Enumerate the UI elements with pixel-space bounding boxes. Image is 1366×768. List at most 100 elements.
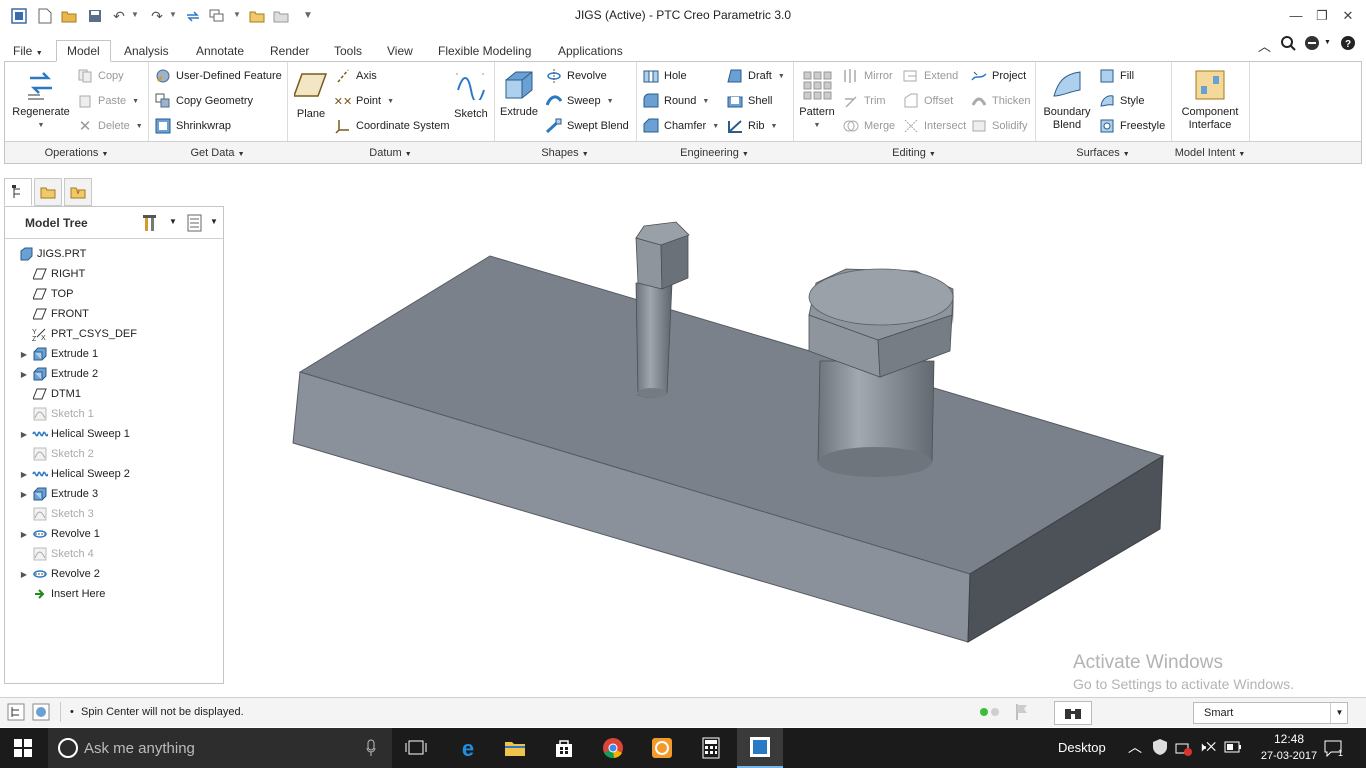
copy-button[interactable]: Copy xyxy=(77,66,124,86)
tree-item[interactable]: JIGS.PRT xyxy=(15,244,86,264)
extend-button[interactable]: Extend xyxy=(903,66,958,86)
clock-date[interactable]: 27-03-2017 xyxy=(1249,750,1329,762)
store-icon[interactable] xyxy=(541,728,587,768)
creo-parametric-taskbar-button[interactable] xyxy=(737,728,783,768)
restore-button[interactable]: ❐ xyxy=(1310,5,1334,27)
tab-analysis[interactable]: Analysis xyxy=(113,40,180,62)
expand-arrow-icon[interactable]: ▶ xyxy=(19,570,29,579)
chamfer-button[interactable]: Chamfer ▼ xyxy=(643,116,719,136)
coordinate-system-button[interactable]: Coordinate System xyxy=(335,116,450,136)
task-view-icon[interactable] xyxy=(393,728,439,768)
tree-item[interactable]: TOP xyxy=(19,284,73,304)
edge-browser-icon[interactable]: e xyxy=(445,728,491,768)
tab-tools[interactable]: Tools xyxy=(323,40,373,62)
favorites-tab[interactable]: * xyxy=(64,178,92,206)
tree-item[interactable]: Insert Here xyxy=(19,584,105,604)
sketch-button[interactable]: Sketch xyxy=(451,70,491,121)
security-shield-icon[interactable] xyxy=(1152,738,1168,759)
shrinkwrap-button[interactable]: Shrinkwrap xyxy=(155,116,231,136)
tab-view[interactable]: View xyxy=(376,40,424,62)
tree-item[interactable]: FRONT xyxy=(19,304,89,324)
tree-item[interactable]: ▶ Extrude 3 xyxy=(19,484,98,504)
group-model-intent[interactable]: Model Intent ▼ xyxy=(1171,141,1249,163)
fill-button[interactable]: Fill xyxy=(1099,66,1134,86)
collapse-ribbon-icon[interactable]: ︿ xyxy=(1258,36,1271,55)
tab-model[interactable]: Model xyxy=(56,40,111,62)
tab-file[interactable]: File ▼ xyxy=(2,40,54,62)
plane-button[interactable]: Plane xyxy=(291,70,331,121)
component-interface-button[interactable]: Component Interface xyxy=(1175,68,1245,132)
expand-arrow-icon[interactable]: ▶ xyxy=(19,490,29,499)
show-columns-icon[interactable] xyxy=(187,214,203,235)
regenerate-button[interactable]: Regenerate ▼ xyxy=(9,68,73,132)
tree-item[interactable]: ▶ Extrude 1 xyxy=(19,344,98,364)
chrome-icon[interactable] xyxy=(590,728,636,768)
start-button[interactable] xyxy=(0,728,46,768)
rib-button[interactable]: Rib ▼ xyxy=(727,116,777,136)
tree-item[interactable]: ▶ Revolve 1 xyxy=(19,524,100,544)
desktop-toolbar-label[interactable]: Desktop xyxy=(1058,740,1106,755)
point-button[interactable]: ✕✕ Point ▼ xyxy=(334,91,394,111)
pattern-button[interactable]: Pattern ▼ xyxy=(797,68,837,132)
tree-settings-icon[interactable] xyxy=(143,213,161,236)
network-icon[interactable] xyxy=(1175,740,1193,759)
udf-button[interactable]: User-Defined Feature xyxy=(155,66,282,86)
group-surfaces[interactable]: Surfaces ▼ xyxy=(1035,141,1171,163)
tab-render[interactable]: Render xyxy=(259,40,320,62)
tree-item[interactable]: Sketch 2 xyxy=(19,444,94,464)
solidify-button[interactable]: Solidify xyxy=(971,116,1027,136)
expand-arrow-icon[interactable]: ▶ xyxy=(19,530,29,539)
group-shapes[interactable]: Shapes ▼ xyxy=(494,141,636,163)
tree-item[interactable]: ▶ Helical Sweep 2 xyxy=(19,464,130,484)
tree-item[interactable]: ▶ Extrude 2 xyxy=(19,364,98,384)
tab-applications[interactable]: Applications xyxy=(547,40,634,62)
cortana-search-box[interactable]: Ask me anything xyxy=(48,728,392,768)
group-operations[interactable]: Operations ▼ xyxy=(5,141,148,163)
copy-geometry-button[interactable]: Copy Geometry xyxy=(155,91,253,111)
intersect-button[interactable]: Intersect xyxy=(903,116,966,136)
group-get-data[interactable]: Get Data ▼ xyxy=(148,141,287,163)
toggle-browser-icon[interactable] xyxy=(32,703,50,724)
swept-blend-button[interactable]: Swept Blend xyxy=(546,116,629,136)
help-center-icon[interactable] xyxy=(1304,35,1322,54)
boundary-blend-button[interactable]: Boundary Blend xyxy=(1039,68,1095,132)
axis-button[interactable]: Axis xyxy=(335,66,377,86)
find-icon[interactable] xyxy=(1054,701,1092,725)
merge-button[interactable]: Merge xyxy=(843,116,895,136)
expand-arrow-icon[interactable]: ▶ xyxy=(19,470,29,479)
extrude-button[interactable]: Extrude xyxy=(499,68,539,119)
shell-button[interactable]: Shell xyxy=(727,91,772,111)
tab-annotate[interactable]: Annotate xyxy=(185,40,255,62)
tree-settings-dropdown-icon[interactable]: ▼ xyxy=(169,217,177,226)
folder-browser-tab[interactable] xyxy=(34,178,62,206)
expand-arrow-icon[interactable]: ▶ xyxy=(19,370,29,379)
file-explorer-icon[interactable] xyxy=(492,728,538,768)
tree-item[interactable]: RIGHT xyxy=(19,264,85,284)
show-dropdown-icon[interactable]: ▼ xyxy=(210,217,218,226)
toggle-navigator-icon[interactable] xyxy=(7,703,25,724)
flag-icon[interactable] xyxy=(1015,703,1029,724)
group-editing[interactable]: Editing ▼ xyxy=(793,141,1035,163)
project-button[interactable]: Project xyxy=(971,66,1026,86)
volume-muted-icon[interactable]: 🕨✕ xyxy=(1198,739,1216,755)
round-button[interactable]: Round ▼ xyxy=(643,91,709,111)
tree-item[interactable]: ▶ Revolve 2 xyxy=(19,564,100,584)
mirror-button[interactable]: Mirror xyxy=(843,66,893,86)
tree-item[interactable]: Sketch 3 xyxy=(19,504,94,524)
close-button[interactable]: ✕ xyxy=(1336,5,1360,27)
style-button[interactable]: Style xyxy=(1099,91,1144,111)
tab-flexible-modeling[interactable]: Flexible Modeling xyxy=(427,40,542,62)
tree-item[interactable]: Sketch 1 xyxy=(19,404,94,424)
graphics-viewport[interactable]: Activate Windows Go to Settings to activ… xyxy=(226,165,1366,695)
offset-button[interactable]: Offset xyxy=(903,91,953,111)
sweep-button[interactable]: Sweep ▼ xyxy=(546,91,614,111)
group-engineering[interactable]: Engineering ▼ xyxy=(636,141,793,163)
hole-button[interactable]: Hole xyxy=(643,66,687,86)
paste-button[interactable]: Paste ▼ xyxy=(77,91,139,111)
tree-item[interactable]: DTM1 xyxy=(19,384,81,404)
selection-filter-select[interactable]: Smart ▼ xyxy=(1193,702,1348,724)
calculator-icon[interactable] xyxy=(688,728,734,768)
expand-arrow-icon[interactable]: ▶ xyxy=(19,350,29,359)
expand-arrow-icon[interactable]: ▶ xyxy=(19,430,29,439)
draft-button[interactable]: Draft ▼ xyxy=(727,66,785,86)
